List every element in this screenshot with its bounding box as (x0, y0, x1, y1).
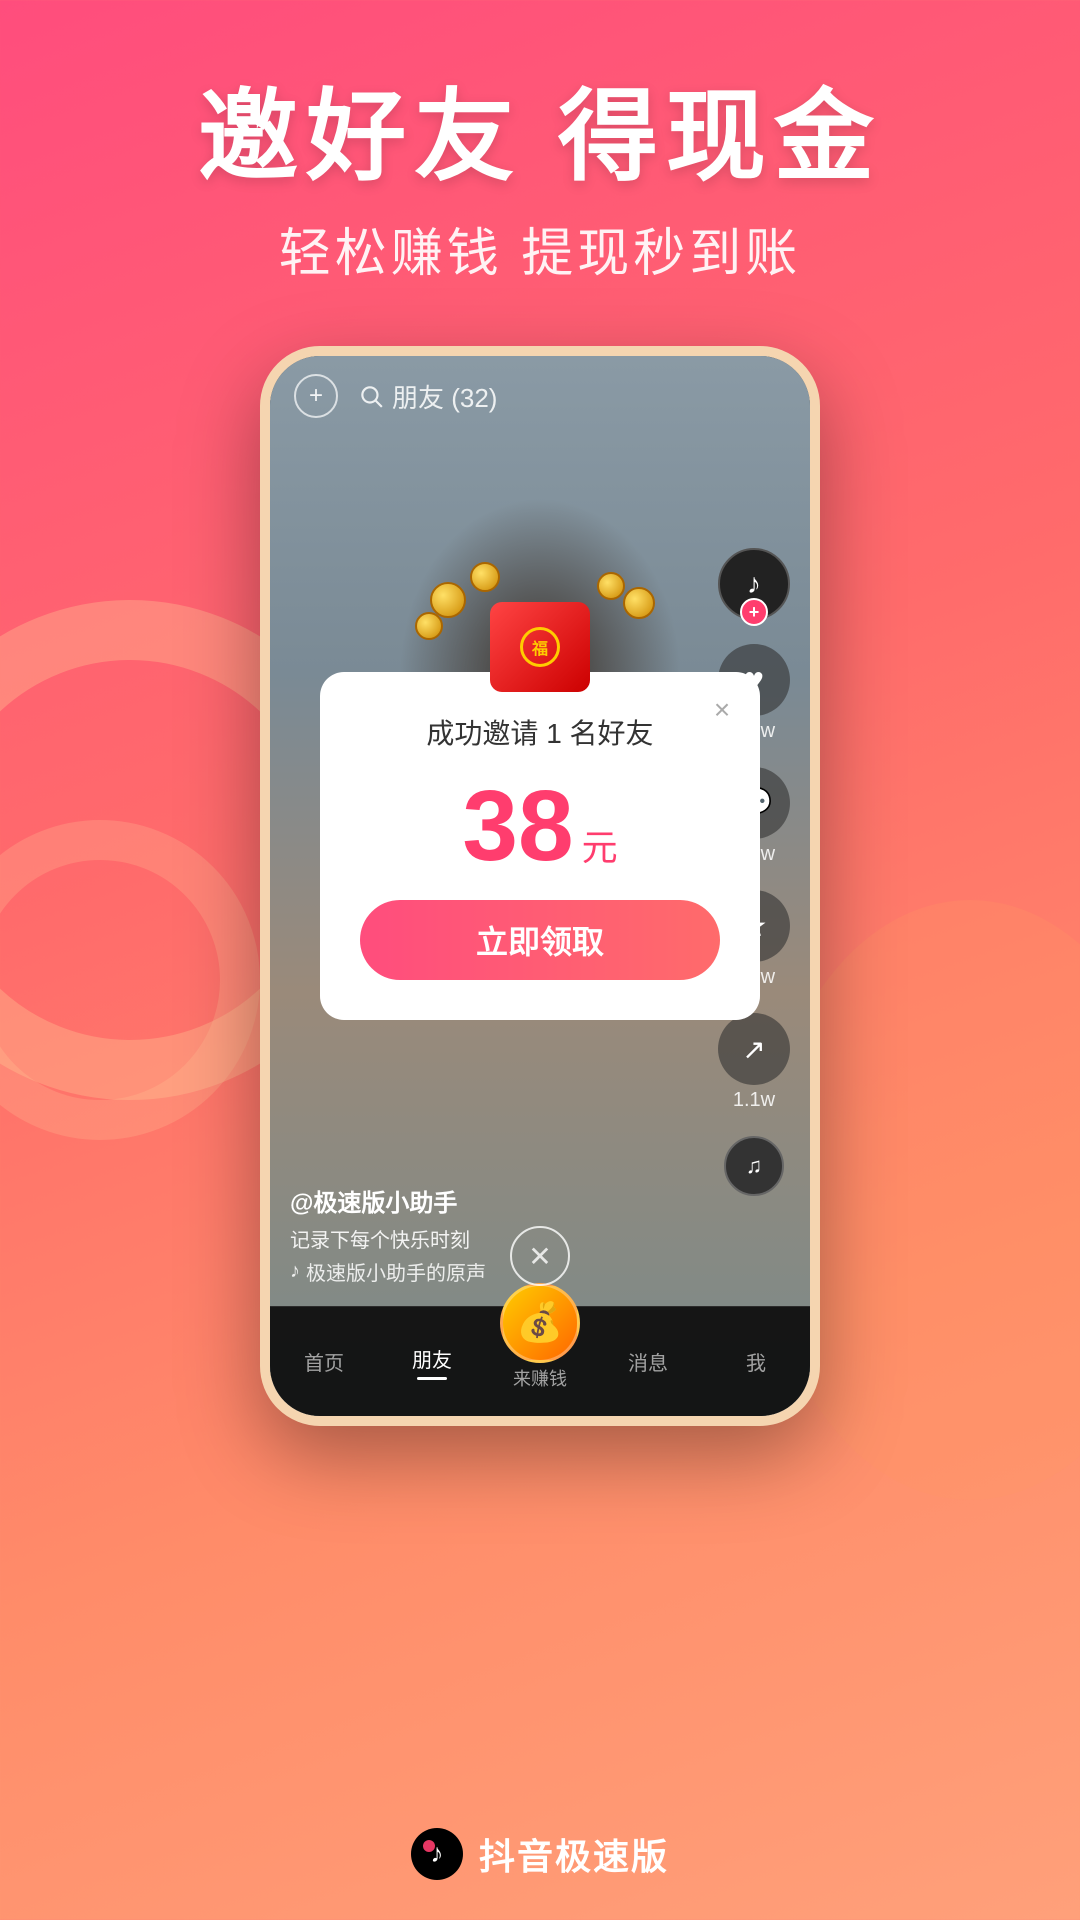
popup-overlay: 福 × 成功邀请 1 名好友 38 元 立即领取 (270, 356, 810, 1416)
tiktok-brand-logo: ♪ (411, 1828, 463, 1880)
main-title: 邀好友 得现金 (0, 80, 1080, 195)
hongbao-container: 福 (410, 582, 670, 712)
brand-app-name: 抖音极速版 (479, 1828, 669, 1880)
coin-5 (415, 612, 443, 640)
claim-reward-button[interactable]: 立即领取 (360, 900, 720, 980)
phone-wrapper: + 朋友 (32) ♪ + (0, 346, 1080, 1426)
hongbao-symbol: 福 (532, 635, 548, 659)
phone-screen: + 朋友 (32) ♪ + (270, 356, 810, 1416)
popup-title: 成功邀请 1 名好友 (360, 712, 720, 752)
amount-number: 38 (462, 776, 573, 876)
hongbao-circle: 福 (520, 627, 560, 667)
coin-3 (623, 587, 655, 619)
popup-decoration: 福 (410, 582, 670, 712)
claim-button-label: 立即领取 (476, 917, 604, 963)
reward-popup: 福 × 成功邀请 1 名好友 38 元 立即领取 (320, 672, 760, 1020)
header-section: 邀好友 得现金 轻松赚钱 提现秒到账 (0, 0, 1080, 286)
coin-2 (470, 562, 500, 592)
coin-4 (597, 572, 625, 600)
phone-mockup: + 朋友 (32) ♪ + (260, 346, 820, 1426)
close-icon: × (714, 694, 730, 726)
sub-title: 轻松赚钱 提现秒到账 (0, 211, 1080, 286)
bottom-branding: ♪ 抖音极速版 (0, 1828, 1080, 1880)
popup-amount: 38 元 (360, 776, 720, 876)
red-packet: 福 (490, 602, 590, 692)
amount-unit: 元 (582, 819, 618, 871)
popup-close-button[interactable]: × (704, 692, 740, 728)
